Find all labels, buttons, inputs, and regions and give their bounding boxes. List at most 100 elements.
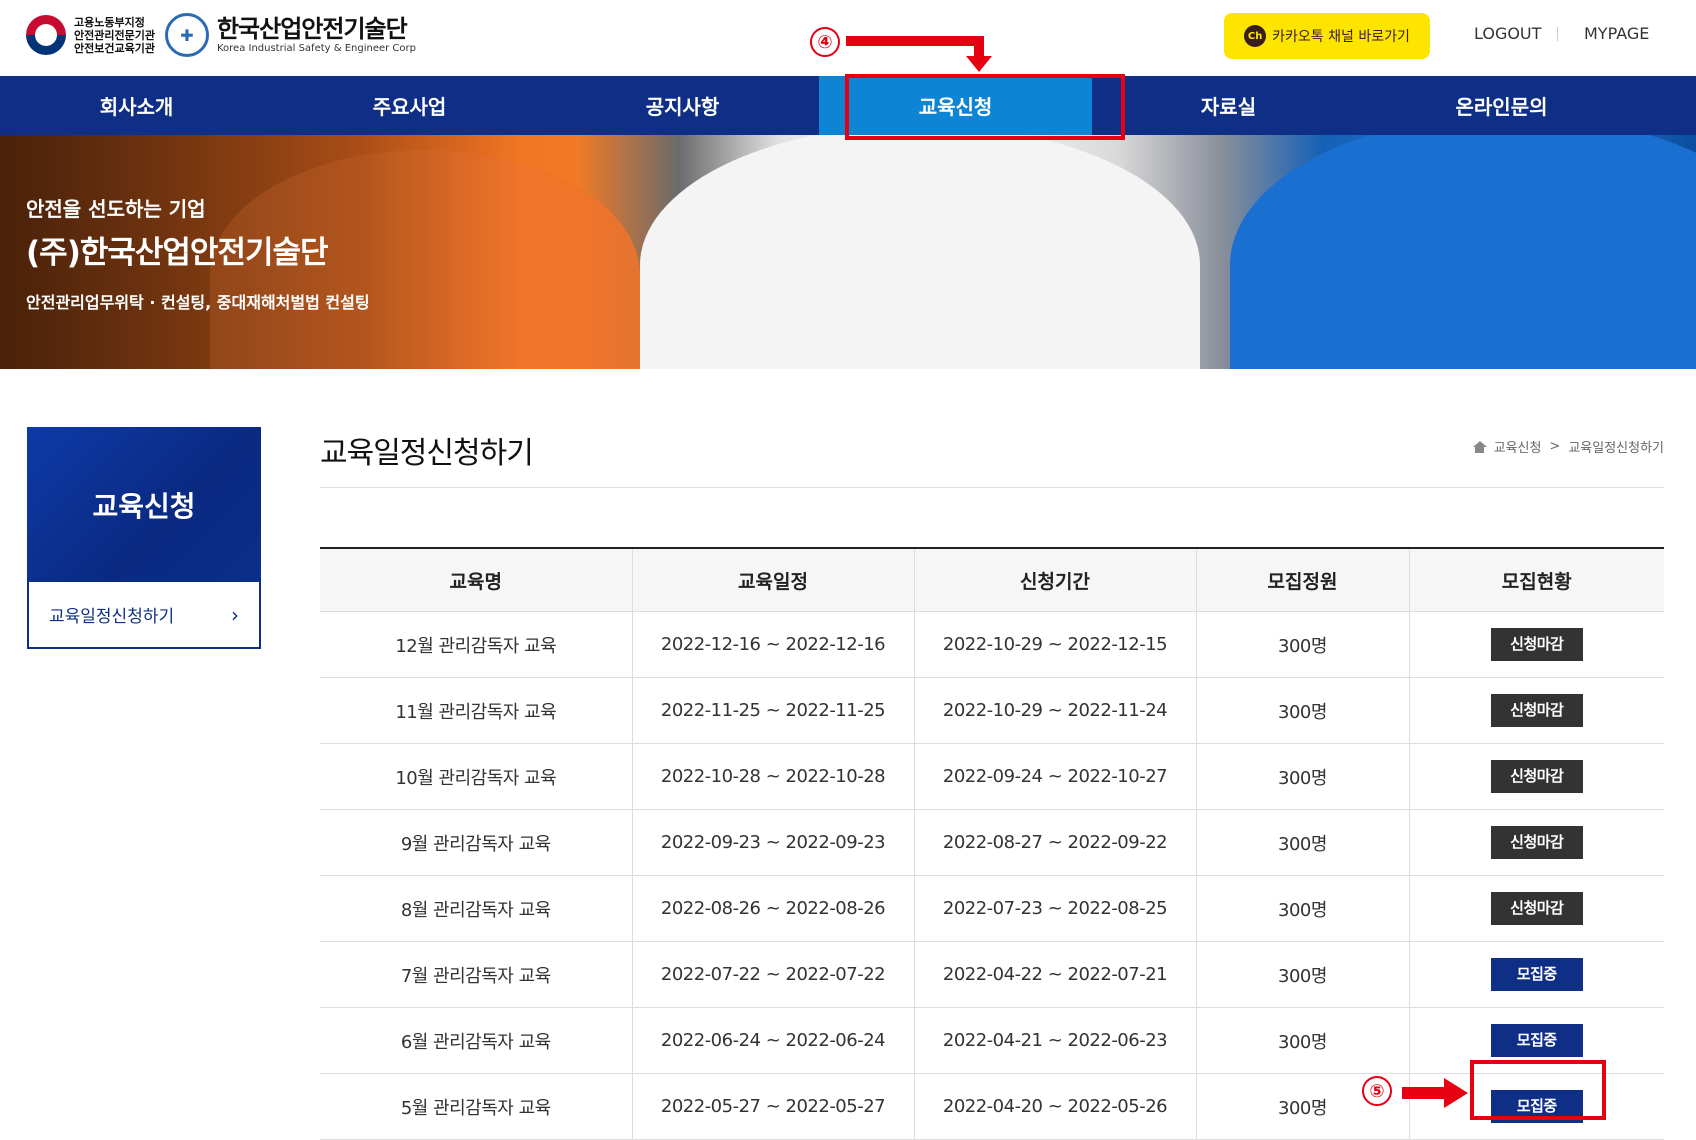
capacity: 300명 — [1196, 743, 1410, 810]
apply-button[interactable]: 모집중 — [1490, 958, 1583, 991]
company-emblem-icon: ✚ — [164, 13, 209, 57]
step5-arrow-icon — [1402, 1078, 1468, 1108]
status-cell: 신청마감 — [1409, 809, 1664, 876]
gov-designation: 고용노동부지정 안전관리전문기관 안전보건교육기관 — [74, 16, 155, 55]
course-schedule: 2022-09-23 ~ 2022-09-23 — [632, 809, 915, 876]
course-name[interactable]: 7월 관리감독자 교육 — [320, 941, 633, 1008]
column-header: 교육명 — [320, 548, 633, 612]
table-row: 12월 관리감독자 교육 2022-12-16 ~ 2022-12-16 202… — [320, 611, 1664, 678]
step4-highlight-box — [845, 74, 1125, 140]
status-cell: 신청마감 — [1409, 743, 1664, 810]
course-schedule: 2022-08-26 ~ 2022-08-26 — [632, 875, 915, 942]
application-period: 2022-10-29 ~ 2022-12-15 — [914, 611, 1197, 678]
capacity: 300명 — [1196, 677, 1410, 744]
step5-highlight-box — [1470, 1060, 1606, 1120]
table-header-row: 교육명 교육일정 신청기간 모집정원 모집현황 — [320, 548, 1664, 612]
capacity: 300명 — [1196, 809, 1410, 876]
course-schedule: 2022-06-24 ~ 2022-06-24 — [632, 1007, 915, 1074]
column-header: 모집정원 — [1196, 548, 1410, 612]
breadcrumb: 교육신청 > 교육일정신청하기 — [1472, 437, 1664, 456]
nav-item-archive[interactable]: 자료실 — [1092, 76, 1365, 135]
application-period: 2022-08-27 ~ 2022-09-22 — [914, 809, 1197, 876]
table-row: 7월 관리감독자 교육 2022-07-22 ~ 2022-07-22 2022… — [320, 941, 1664, 1008]
breadcrumb-separator: > — [1549, 439, 1561, 454]
course-schedule: 2022-11-25 ~ 2022-11-25 — [632, 677, 915, 744]
brand-name-en: Korea Industrial Safety & Engineer Corp — [216, 43, 416, 54]
application-period: 2022-04-22 ~ 2022-07-21 — [914, 941, 1197, 1008]
sidebar-title: 교육신청 — [27, 427, 261, 582]
kakao-channel-icon: Ch — [1244, 25, 1267, 47]
course-schedule: 2022-05-27 ~ 2022-05-27 — [632, 1073, 915, 1140]
status-cell: 신청마감 — [1409, 677, 1664, 744]
nav-item-inquiry[interactable]: 온라인문의 — [1365, 76, 1638, 135]
page-title: 교육일정신청하기 — [320, 436, 534, 471]
status-cell: 모집중 — [1409, 941, 1664, 1008]
mypage-link[interactable]: MYPAGE — [1584, 24, 1649, 43]
course-name[interactable]: 10월 관리감독자 교육 — [320, 743, 633, 810]
course-name[interactable]: 11월 관리감독자 교육 — [320, 677, 633, 744]
step4-number-badge: ④ — [810, 27, 840, 57]
government-emblem-icon — [26, 15, 66, 55]
column-header: 모집현황 — [1409, 548, 1664, 612]
hero-tagline: 안전을 선도하는 기업 — [26, 197, 206, 221]
white-helmet-image — [640, 135, 1200, 369]
status-cell: 신청마감 — [1409, 611, 1664, 678]
hero-title: (주)한국산업안전기술단 — [26, 235, 329, 271]
course-name[interactable]: 5월 관리감독자 교육 — [320, 1073, 633, 1140]
education-schedule-table: 교육명 교육일정 신청기간 모집정원 모집현황 12월 관리감독자 교육 202… — [320, 547, 1664, 1140]
column-header: 신청기간 — [914, 548, 1197, 612]
step4-arrow-icon — [846, 36, 992, 72]
course-schedule: 2022-12-16 ~ 2022-12-16 — [632, 611, 915, 678]
table-row: 10월 관리감독자 교육 2022-10-28 ~ 2022-10-28 202… — [320, 743, 1664, 810]
status-cell: 신청마감 — [1409, 875, 1664, 942]
course-schedule: 2022-10-28 ~ 2022-10-28 — [632, 743, 915, 810]
sidebar-item-education-schedule[interactable]: 교육일정신청하기 › — [27, 582, 261, 649]
kakao-channel-button[interactable]: Ch 카카오톡 채널 바로가기 — [1224, 13, 1430, 59]
table-row: 11월 관리감독자 교육 2022-11-25 ~ 2022-11-25 202… — [320, 677, 1664, 744]
status-badge-closed: 신청마감 — [1490, 694, 1583, 727]
course-name[interactable]: 9월 관리감독자 교육 — [320, 809, 633, 876]
capacity: 300명 — [1196, 611, 1410, 678]
brand: 한국산업안전기술단 Korea Industrial Safety & Engi… — [217, 15, 416, 55]
course-name[interactable]: 6월 관리감독자 교육 — [320, 1007, 633, 1074]
step5-number-badge: ⑤ — [1362, 1076, 1392, 1106]
capacity: 300명 — [1196, 941, 1410, 1008]
table-row: 6월 관리감독자 교육 2022-06-24 ~ 2022-06-24 2022… — [320, 1007, 1664, 1074]
nav-item-notice[interactable]: 공지사항 — [546, 76, 819, 135]
home-icon[interactable] — [1472, 440, 1487, 453]
blue-helmet-image — [1230, 135, 1696, 369]
course-name[interactable]: 8월 관리감독자 교육 — [320, 875, 633, 942]
logout-link[interactable]: LOGOUT — [1474, 24, 1541, 43]
application-period: 2022-09-24 ~ 2022-10-27 — [914, 743, 1197, 810]
gov-line: 안전관리전문기관 — [74, 28, 155, 42]
application-period: 2022-04-21 ~ 2022-06-23 — [914, 1007, 1197, 1074]
gov-line: 고용노동부지정 — [74, 15, 145, 29]
hero-subtitle: 안전관리업무위탁 · 컨설팅, 중대재해처벌법 컨설팅 — [26, 293, 370, 312]
chevron-right-icon: › — [231, 602, 239, 627]
status-badge-closed: 신청마감 — [1490, 628, 1583, 661]
column-header: 교육일정 — [632, 548, 915, 612]
course-schedule: 2022-07-22 ~ 2022-07-22 — [632, 941, 915, 1008]
logo-link[interactable]: 고용노동부지정 안전관리전문기관 안전보건교육기관 ✚ 한국산업안전기술단 Ko… — [26, 10, 416, 60]
application-period: 2022-10-29 ~ 2022-11-24 — [914, 677, 1197, 744]
capacity: 300명 — [1196, 1007, 1410, 1074]
brand-name-ko: 한국산업안전기술단 — [216, 15, 408, 43]
status-badge-closed: 신청마감 — [1490, 892, 1583, 925]
sidebar: 교육신청 교육일정신청하기 › — [27, 427, 261, 649]
nav-item-business[interactable]: 주요사업 — [273, 76, 546, 135]
breadcrumb-item[interactable]: 교육신청 — [1494, 437, 1542, 456]
apply-button[interactable]: 모집중 — [1490, 1024, 1583, 1057]
header-divider — [1557, 27, 1558, 41]
breadcrumb-current: 교육일정신청하기 — [1568, 441, 1664, 456]
application-period: 2022-07-23 ~ 2022-08-25 — [914, 875, 1197, 942]
course-name[interactable]: 12월 관리감독자 교육 — [320, 611, 633, 678]
sidebar-item-label: 교육일정신청하기 — [49, 607, 175, 627]
table-row: 8월 관리감독자 교육 2022-08-26 ~ 2022-08-26 2022… — [320, 875, 1664, 942]
capacity: 300명 — [1196, 875, 1410, 942]
status-badge-closed: 신청마감 — [1490, 826, 1583, 859]
gov-line: 안전보건교육기관 — [74, 41, 155, 55]
status-badge-closed: 신청마감 — [1490, 760, 1583, 793]
nav-item-company[interactable]: 회사소개 — [0, 76, 273, 135]
kakao-channel-label: 카카오톡 채널 바로가기 — [1272, 29, 1410, 45]
application-period: 2022-04-20 ~ 2022-05-26 — [914, 1073, 1197, 1140]
